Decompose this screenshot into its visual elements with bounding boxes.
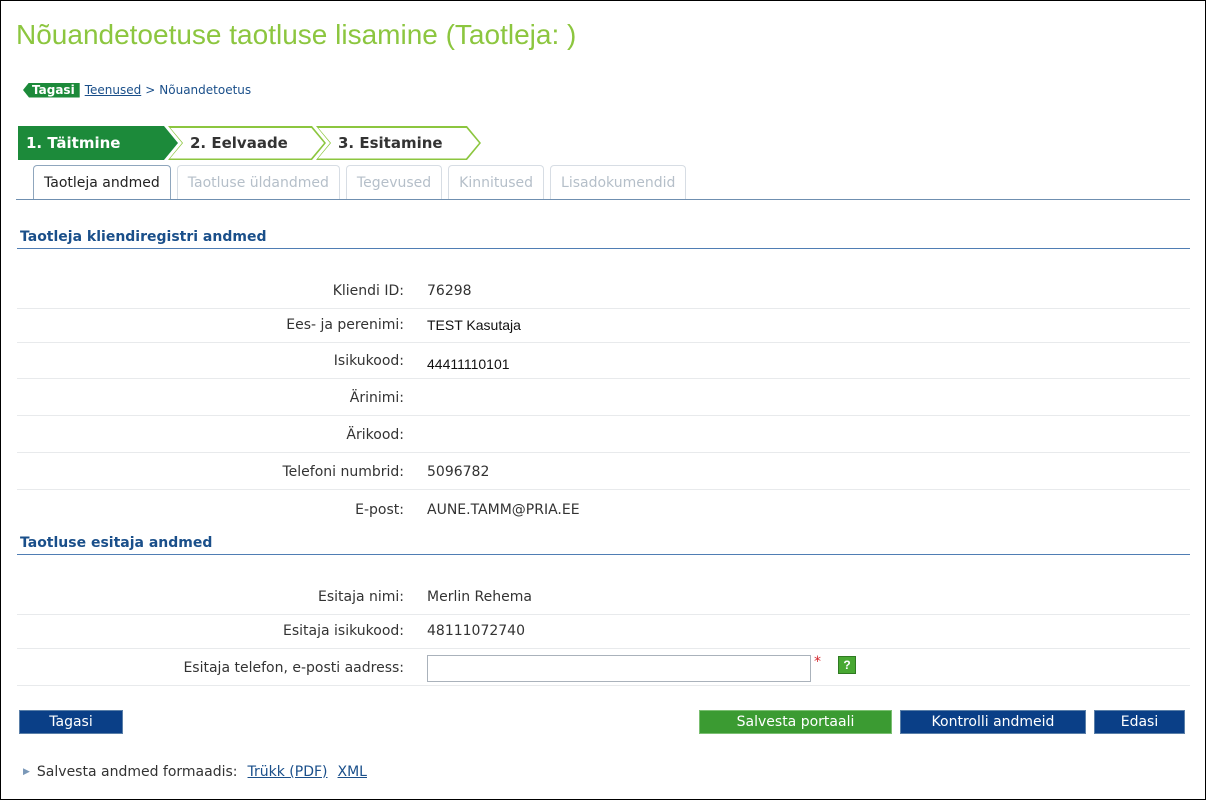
field-value: AUNE.TAMM@PRIA.EE	[427, 502, 580, 518]
section-heading-submitter: Taotluse esitaja andmed	[17, 531, 1190, 555]
xml-link[interactable]: XML	[338, 764, 367, 780]
breadcrumb-separator: >	[145, 83, 156, 97]
field-row-personal-code: Isikukood: 44411110101	[17, 345, 1190, 379]
field-label: Ärikood:	[346, 427, 404, 443]
field-row-phone: Telefoni numbrid: 5096782	[17, 456, 1190, 490]
help-icon[interactable]: ?	[838, 656, 856, 674]
wizard-steps: 1. Täitmine 2. Eelvaade 3. Esitamine	[18, 126, 481, 160]
field-row-business-code: Ärikood:	[17, 419, 1190, 453]
tab-bar: Taotleja andmed Taotluse üldandmed Tegev…	[33, 165, 687, 200]
field-row-name: Ees- ja perenimi: TEST Kasutaja	[17, 309, 1190, 343]
step-label: 2. Eelvaade	[190, 134, 288, 152]
field-value: TEST Kasutaja	[427, 317, 521, 333]
back-button[interactable]: Tagasi	[19, 710, 123, 734]
field-label: Esitaja isikukood:	[283, 623, 404, 639]
tab-kinnitused[interactable]: Kinnitused	[448, 165, 545, 199]
tab-taotleja-andmed[interactable]: Taotleja andmed	[33, 165, 171, 200]
save-formats-label: Salvesta andmed formaadis:	[36, 764, 238, 780]
save-portal-button[interactable]: Salvesta portaali	[699, 710, 892, 734]
step-label: 3. Esitamine	[338, 134, 443, 152]
step-label: 1. Täitmine	[26, 134, 121, 152]
breadcrumb-back-button[interactable]: Tagasi	[23, 82, 80, 98]
field-label: Telefoni numbrid:	[282, 464, 404, 480]
breadcrumb-link-teenused[interactable]: Teenused	[85, 83, 142, 97]
save-formats: ▶ Salvesta andmed formaadis: Trükk (PDF)…	[23, 764, 367, 780]
required-marker: *	[814, 654, 821, 670]
field-label: Esitaja nimi:	[317, 589, 404, 605]
field-row-submitter-code: Esitaja isikukood: 48111072740	[17, 615, 1190, 649]
field-label: E-post:	[355, 502, 404, 518]
field-label: Kliendi ID:	[332, 283, 404, 299]
field-row-submitter-name: Esitaja nimi: Merlin Rehema	[17, 581, 1190, 615]
field-value: 5096782	[427, 464, 490, 480]
field-value: Merlin Rehema	[427, 589, 532, 605]
field-label: Ees- ja perenimi:	[286, 317, 404, 333]
expand-triangle-icon: ▶	[23, 767, 30, 777]
field-label: Isikukood:	[333, 353, 404, 369]
field-value: 76298	[427, 283, 472, 299]
step-esitamine[interactable]: 3. Esitamine	[316, 126, 481, 160]
check-data-button[interactable]: Kontrolli andmeid	[900, 710, 1086, 734]
next-button[interactable]: Edasi	[1094, 710, 1185, 734]
step-eelvaade[interactable]: 2. Eelvaade	[168, 126, 326, 160]
field-row-submitter-contact: Esitaja telefon, e-posti aadress: * ?	[17, 652, 1190, 686]
page-title: Nõuandetoetuse taotluse lisamine (Taotle…	[16, 19, 577, 50]
tab-taotluse-uldandmed[interactable]: Taotluse üldandmed	[176, 165, 340, 199]
section-heading-client: Taotleja kliendiregistri andmed	[17, 225, 1190, 249]
field-row-business-name: Ärinimi:	[17, 382, 1190, 416]
pdf-link[interactable]: Trükk (PDF)	[248, 764, 328, 780]
field-row-client-id: Kliendi ID: 76298	[17, 275, 1190, 309]
tab-lisadokumendid[interactable]: Lisadokumendid	[550, 165, 687, 199]
step-taitmine[interactable]: 1. Täitmine	[18, 126, 178, 160]
field-label: Ärinimi:	[349, 390, 404, 406]
submitter-contact-input[interactable]	[427, 655, 811, 682]
breadcrumb: Tagasi Teenused > Nõuandetoetus	[23, 81, 251, 99]
field-row-email: E-post: AUNE.TAMM@PRIA.EE	[17, 494, 1190, 528]
tab-tegevused[interactable]: Tegevused	[345, 165, 443, 199]
field-value: 48111072740	[427, 623, 525, 639]
tab-divider	[16, 199, 1190, 200]
field-value: 44411110101	[427, 356, 510, 372]
field-label: Esitaja telefon, e-posti aadress:	[183, 660, 404, 676]
breadcrumb-current: Nõuandetoetus	[159, 83, 252, 97]
